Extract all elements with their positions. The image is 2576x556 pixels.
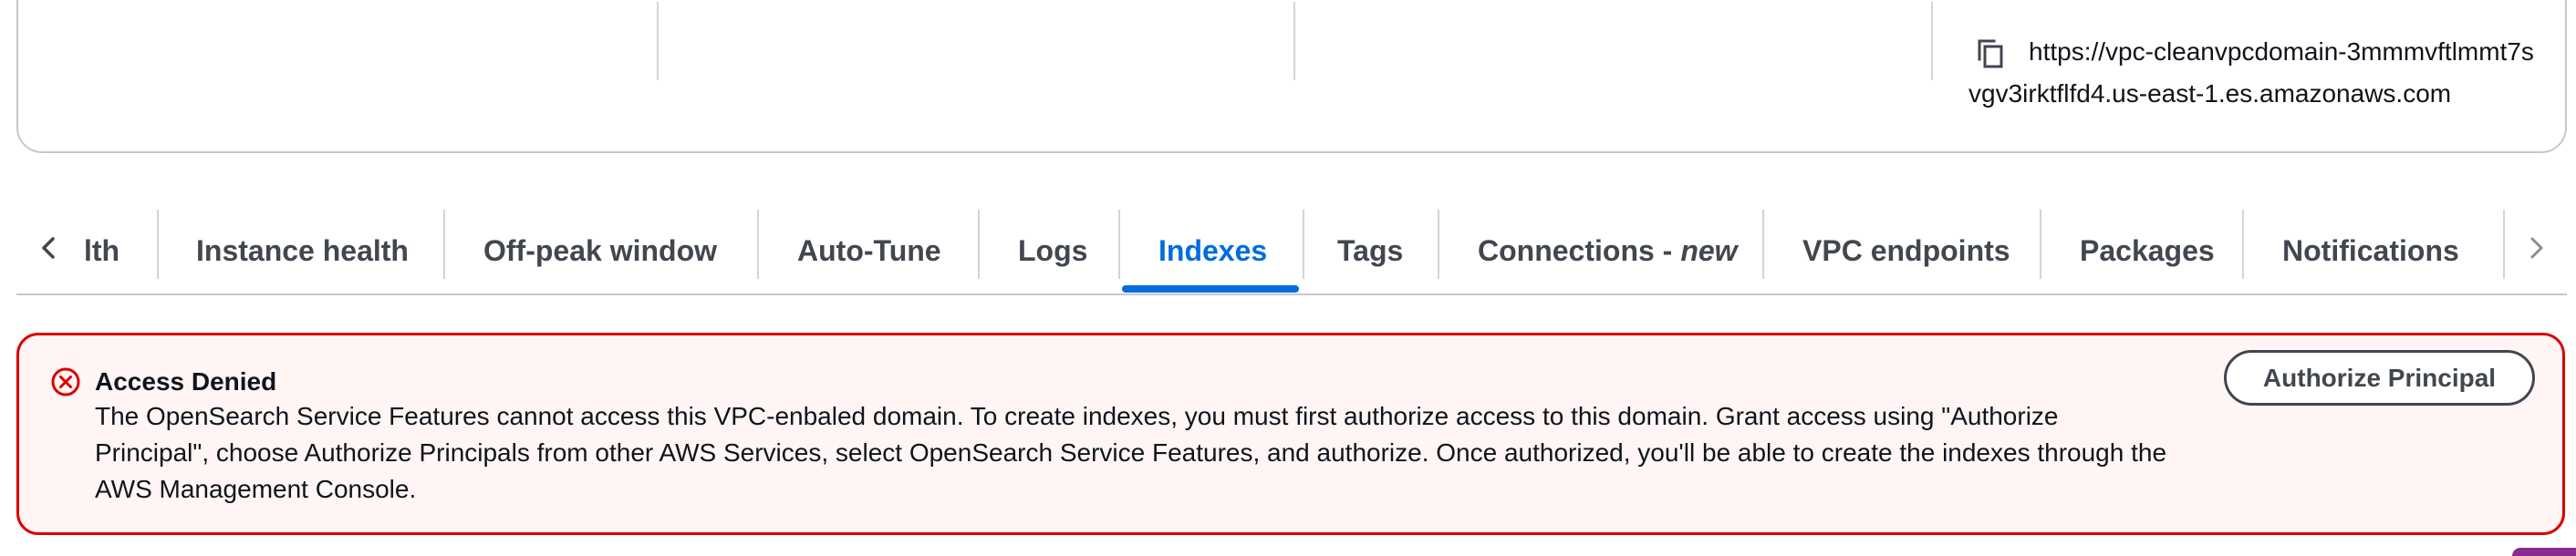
tab-label: Notifications bbox=[2282, 233, 2459, 267]
tab-separator bbox=[1303, 210, 1304, 279]
tab-packages[interactable]: Packages bbox=[2080, 206, 2215, 295]
column-divider bbox=[657, 2, 659, 80]
tab-label: Indexes bbox=[1158, 233, 1268, 267]
tab-health[interactable]: lth bbox=[84, 206, 119, 295]
tab-connections[interactable]: Connections - new bbox=[1478, 206, 1738, 295]
tab-indexes[interactable]: Indexes bbox=[1158, 206, 1267, 295]
access-denied-alert: Access Denied The OpenSearch Service Fea… bbox=[16, 333, 2565, 535]
tab-separator bbox=[2242, 210, 2244, 279]
tab-separator bbox=[2040, 210, 2041, 279]
tab-separator bbox=[1762, 210, 1764, 279]
tab-label: Logs bbox=[1018, 233, 1088, 267]
tab-label: Connections - bbox=[1478, 233, 1673, 267]
tab-label: lth bbox=[84, 233, 120, 267]
chevron-left-icon[interactable] bbox=[27, 226, 71, 270]
endpoint-url: https://vpc-cleanvpcdomain-3mmmvftlmmt7s… bbox=[1968, 37, 2534, 108]
tab-label: VPC endpoints bbox=[1802, 233, 2010, 267]
tab-instance-health[interactable]: Instance health bbox=[196, 206, 409, 295]
tab-new-badge: new bbox=[1680, 233, 1738, 267]
authorize-principal-button[interactable]: Authorize Principal bbox=[2224, 350, 2535, 406]
tab-tags[interactable]: Tags bbox=[1337, 206, 1403, 295]
alert-title: Access Denied bbox=[95, 367, 277, 396]
tab-notifications[interactable]: Notifications bbox=[2282, 206, 2459, 295]
domain-endpoint: https://vpc-cleanvpcdomain-3mmmvftlmmt7s… bbox=[1952, 36, 2536, 115]
tab-vpc-endpoints[interactable]: VPC endpoints bbox=[1802, 206, 2010, 295]
tab-separator bbox=[443, 210, 445, 279]
tab-label: Auto-Tune bbox=[797, 233, 941, 267]
detail-tabs: lth Instance health Off-peak window Auto… bbox=[16, 206, 2567, 295]
tab-separator bbox=[1438, 210, 1439, 279]
tab-label: Instance health bbox=[196, 233, 409, 267]
corner-widget[interactable] bbox=[2512, 548, 2576, 556]
copy-icon[interactable] bbox=[1974, 37, 2007, 70]
alert-message: The OpenSearch Service Features cannot a… bbox=[95, 402, 2167, 503]
column-divider bbox=[1293, 2, 1295, 80]
tab-auto-tune[interactable]: Auto-Tune bbox=[797, 206, 941, 295]
tab-label: Tags bbox=[1337, 233, 1404, 267]
error-circle-icon bbox=[50, 366, 81, 397]
tab-logs[interactable]: Logs bbox=[1018, 206, 1087, 295]
chevron-right-icon[interactable] bbox=[2514, 226, 2558, 270]
tab-label: Off-peak window bbox=[483, 233, 717, 267]
tab-separator bbox=[757, 210, 759, 279]
column-divider bbox=[1931, 2, 1933, 80]
tab-separator bbox=[2503, 210, 2505, 279]
tab-label: Packages bbox=[2080, 233, 2215, 267]
tab-separator bbox=[1118, 210, 1120, 279]
tab-separator bbox=[978, 210, 980, 279]
active-tab-indicator bbox=[1122, 285, 1299, 293]
tabs-divider bbox=[16, 293, 2567, 295]
tab-separator bbox=[157, 210, 159, 279]
tab-off-peak-window[interactable]: Off-peak window bbox=[483, 206, 717, 295]
